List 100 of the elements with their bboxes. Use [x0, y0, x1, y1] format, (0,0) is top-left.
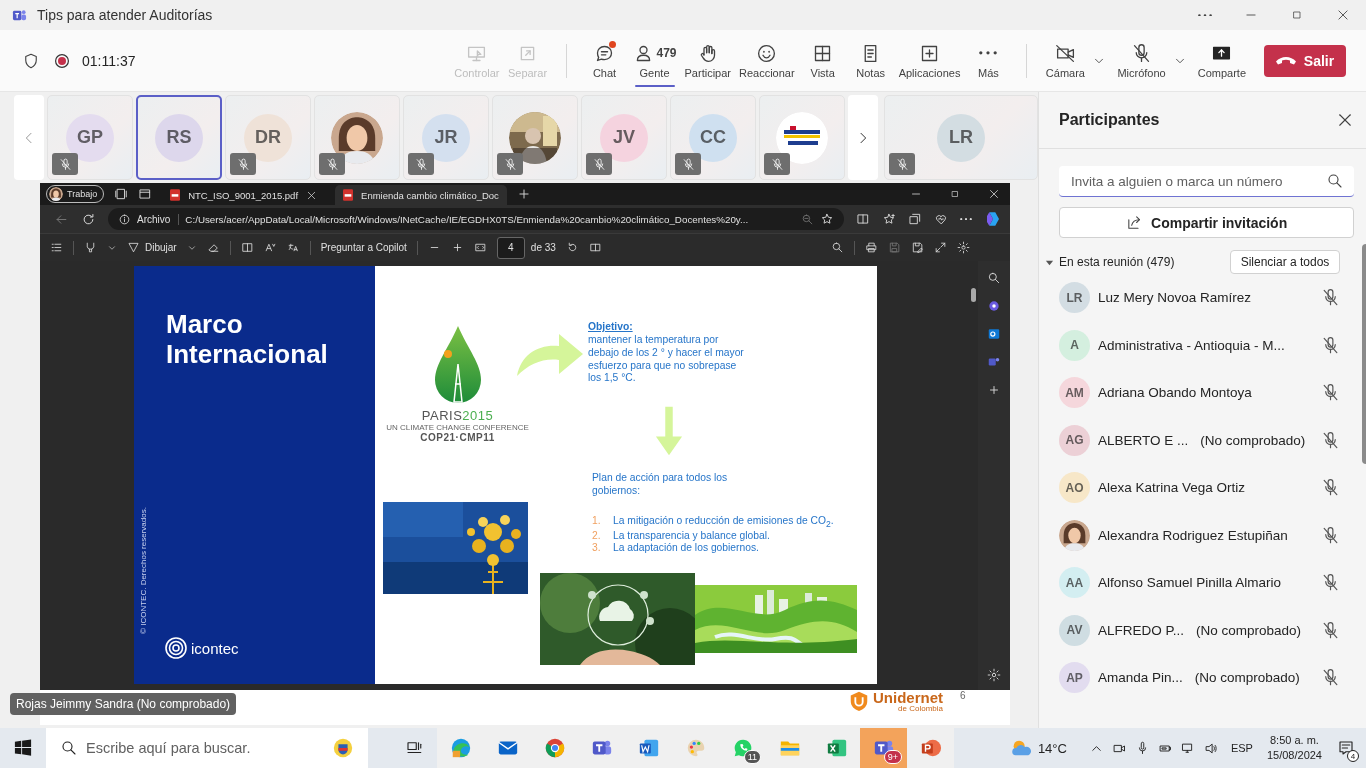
plan-item: 2. La transparencia y balance global. — [592, 530, 771, 542]
collections-icon — [908, 212, 922, 226]
avatar: DR — [244, 113, 292, 162]
participant-tile[interactable]: CC — [670, 95, 756, 180]
close-tab-icon — [306, 189, 318, 201]
add-icon — [987, 383, 1001, 397]
taskbar-search-field[interactable]: Escribe aquí para buscar. — [46, 728, 368, 768]
participant-tile[interactable] — [759, 95, 845, 180]
outlook-icon[interactable] — [987, 327, 1001, 341]
participant-row[interactable]: AP Amanda Pin... (No comprobado) — [1059, 654, 1355, 702]
notifications-button[interactable]: 4 — [1326, 728, 1366, 768]
chrome-icon — [543, 737, 566, 759]
verification-status: (No comprobado) — [1194, 670, 1300, 686]
notification-badge: 11 — [743, 750, 761, 764]
weather-widget[interactable]: 14°C — [1009, 737, 1067, 759]
participant-tile[interactable]: RS — [136, 95, 222, 180]
print-icon — [865, 241, 878, 254]
device-button[interactable]: Cámara — [1041, 32, 1090, 89]
language-indicator[interactable]: ESP — [1230, 742, 1253, 754]
device-button[interactable]: Micrófono — [1113, 32, 1170, 89]
leave-button[interactable]: Salir — [1264, 44, 1346, 77]
mute-all-button[interactable]: Silenciar a todos — [1229, 250, 1341, 274]
browser-icon — [449, 737, 472, 759]
teams-icon[interactable] — [987, 355, 1001, 369]
avatar: LR — [937, 113, 985, 162]
tab-actions-icon — [114, 187, 129, 201]
toolbar-button[interactable]: Reaccionar — [735, 32, 799, 89]
search-icon — [987, 271, 1001, 285]
toolbar-button[interactable]: Más — [964, 32, 1013, 89]
people-count: 479 — [656, 46, 677, 60]
shield-icon — [22, 51, 40, 70]
fit-page-icon — [473, 241, 487, 254]
participant-row[interactable]: AM Adriana Obando Montoya — [1059, 369, 1355, 417]
save-icon — [888, 241, 901, 254]
favorites-icon — [882, 212, 896, 226]
settings-icon — [957, 241, 970, 254]
search-field[interactable]: Invita a alguien o marca un número — [1059, 166, 1355, 197]
participant-tile[interactable]: GP — [47, 95, 133, 180]
settings-icon — [987, 668, 1001, 682]
participant-tile[interactable] — [492, 95, 578, 180]
copilot-icon[interactable] — [984, 210, 1002, 228]
toolbar-button[interactable]: Participar — [680, 32, 735, 89]
participant-name: Luz Mery Novoa Ramírez — [1098, 290, 1252, 306]
participant-row[interactable]: AG ALBERTO E ... (No comprobado) — [1059, 416, 1355, 464]
participant-row[interactable]: AV ALFREDO P... (No comprobado) — [1059, 606, 1355, 654]
avatar: AA — [1059, 567, 1090, 599]
scrollbar[interactable] — [970, 288, 976, 302]
avatar: AG — [1059, 424, 1090, 456]
copilot-button[interactable]: Preguntar a Copilot — [320, 242, 407, 253]
participant-tile[interactable] — [314, 95, 400, 180]
toolbar-button[interactable]: 479 Gente — [628, 32, 681, 89]
toolbar-button[interactable]: Chat — [580, 32, 629, 89]
mic-off-icon — [236, 157, 250, 171]
share-invitation-button[interactable]: Compartir invitación — [1059, 207, 1355, 238]
logo-title: PARIS2015 — [421, 408, 494, 423]
pdf-icon — [170, 189, 181, 201]
page-number-field[interactable]: 4 — [496, 236, 525, 259]
browser-tab[interactable]: NTC_ISO_9001_2015.pdf — [162, 185, 326, 205]
participant-row[interactable]: A Administrativa - Antioquia - M... — [1059, 321, 1355, 369]
camera-icon — [1054, 42, 1076, 64]
plan-item: 3. La adaptación de los gobiernos. — [592, 542, 760, 554]
participant-tile[interactable]: JR — [403, 95, 489, 180]
taskbar-app[interactable]: 11 — [719, 728, 766, 768]
speaker-name-label: Rojas Jeimmy Sandra (No comprobado) — [10, 693, 237, 715]
clock[interactable]: 8:50 a. m. 15/08/2024 — [1266, 732, 1322, 764]
participant-row[interactable]: Alexandra Rodriguez Estupiñan — [1059, 511, 1355, 559]
section-toggle[interactable]: En esta reunión (479) — [1045, 255, 1175, 269]
contents-icon — [50, 241, 63, 254]
page-total: de 33 — [530, 242, 556, 253]
participant-row[interactable]: AO Alexa Katrina Vega Ortiz — [1059, 464, 1355, 512]
more-icon — [979, 51, 998, 55]
copilot-icon[interactable] — [987, 299, 1001, 313]
toolbar-button[interactable]: Notas — [846, 32, 895, 89]
plan-item: 1. La mitigación o reducción de emisiones de CO$_{2}$. — [592, 515, 834, 530]
participant-tile[interactable]: DR — [225, 95, 311, 180]
participant-tile[interactable]: JV — [581, 95, 667, 180]
address-bar[interactable]: Archivo C:/Users/acer/AppData/Local/Microsoft/Windows/INetCache/IE/EGDHX0TS/Enmienda%20cambio%20climático_Docentes%20y... — [108, 208, 844, 230]
avatar: A — [1059, 329, 1090, 361]
participant-name: Adriana Obando Montoya — [1098, 385, 1252, 401]
verification-status: (No comprobado) — [1200, 432, 1306, 448]
draw-button[interactable]: Dibujar — [127, 241, 177, 254]
profile-avatar-icon — [49, 187, 63, 201]
down-arrow-icon — [655, 406, 683, 456]
refresh-icon — [81, 211, 96, 227]
taskbar-app[interactable]: 9+ — [860, 728, 907, 768]
device-button[interactable]: Comparte — [1193, 32, 1250, 89]
objective-text: Objetivo: mantener la temperatura por debajo de los 2 ° y hacer el mayor esfuerzo para que no sobrepase los 1,5 °C. — [588, 321, 745, 386]
mic-off-icon — [503, 157, 517, 171]
participant-tile[interactable]: LR — [884, 95, 1038, 180]
taskbar-app[interactable] — [907, 728, 954, 768]
browser-essentials-icon — [934, 212, 948, 226]
taskbar-app[interactable] — [813, 728, 860, 768]
participant-row[interactable]: LR Luz Mery Novoa Ramírez — [1059, 274, 1355, 322]
split-screen-icon — [856, 212, 870, 226]
logo-subtitle: UN CLIMATE CHANGE CONFERENCE — [386, 423, 529, 432]
participant-name: ALFREDO P... — [1098, 622, 1185, 638]
participant-row[interactable]: AA Alfonso Samuel Pinilla Almario — [1059, 559, 1355, 607]
toolbar-button[interactable]: Aplicaciones — [894, 32, 965, 89]
toolbar-button[interactable]: Vista — [798, 32, 847, 89]
browser-tab[interactable]: Enmienda cambio climático_Doc — [335, 185, 507, 205]
